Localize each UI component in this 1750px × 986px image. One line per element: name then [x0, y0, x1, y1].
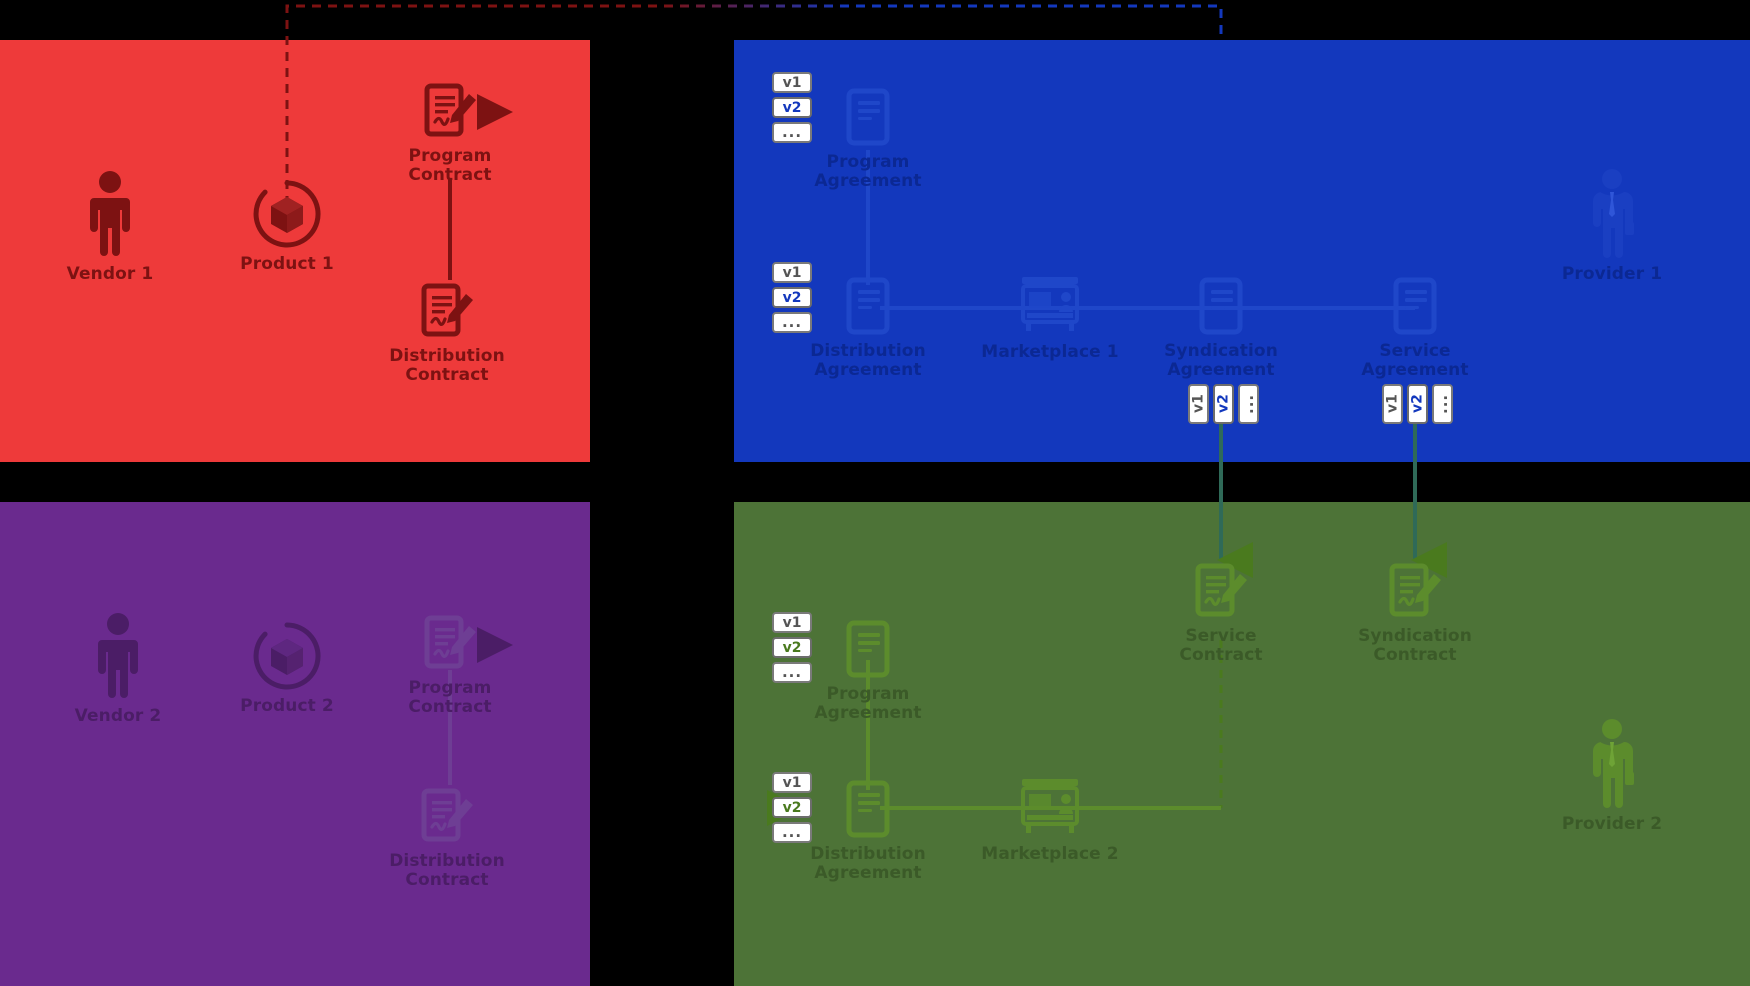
version-badge-v2[interactable]: v2 [772, 287, 812, 308]
version-badge-more[interactable]: ... [772, 312, 812, 333]
version-badge-v2[interactable]: v2 [772, 797, 812, 818]
version-badge-v1[interactable]: v1 [772, 612, 812, 633]
version-badges-program-agreement-1[interactable]: v1 v2 ... [772, 72, 812, 143]
quadrant-vendor2 [0, 502, 590, 986]
quadrant-marketplace2 [734, 502, 1750, 986]
diagram-canvas: Vendor 1 Product 1 Program Contract Dist… [0, 0, 1750, 986]
version-badge-v1[interactable]: v1 [1382, 384, 1403, 424]
version-badges-program-agreement-2[interactable]: v1 v2 ... [772, 612, 812, 683]
version-badge-v2[interactable]: v2 [772, 97, 812, 118]
version-badge-v2[interactable]: v2 [1407, 384, 1428, 424]
version-badge-v2[interactable]: v2 [1213, 384, 1234, 424]
version-badges-distribution-agreement-1[interactable]: v1 v2 ... [772, 262, 812, 333]
version-badges-syndication-agreement-1[interactable]: v1 v2 ... [1188, 384, 1259, 424]
quadrant-vendor1 [0, 40, 590, 462]
version-badges-distribution-agreement-2[interactable]: v1 v2 ... [772, 772, 812, 843]
version-badge-v2[interactable]: v2 [772, 637, 812, 658]
version-badge-more[interactable]: ... [1238, 384, 1259, 424]
version-badge-more[interactable]: ... [1432, 384, 1453, 424]
version-badge-more[interactable]: ... [772, 122, 812, 143]
version-badge-v1[interactable]: v1 [1188, 384, 1209, 424]
version-badge-v1[interactable]: v1 [772, 772, 812, 793]
version-badge-more[interactable]: ... [772, 822, 812, 843]
version-badge-more[interactable]: ... [772, 662, 812, 683]
version-badges-service-agreement-1[interactable]: v1 v2 ... [1382, 384, 1453, 424]
version-badge-v1[interactable]: v1 [772, 72, 812, 93]
version-badge-v1[interactable]: v1 [772, 262, 812, 283]
